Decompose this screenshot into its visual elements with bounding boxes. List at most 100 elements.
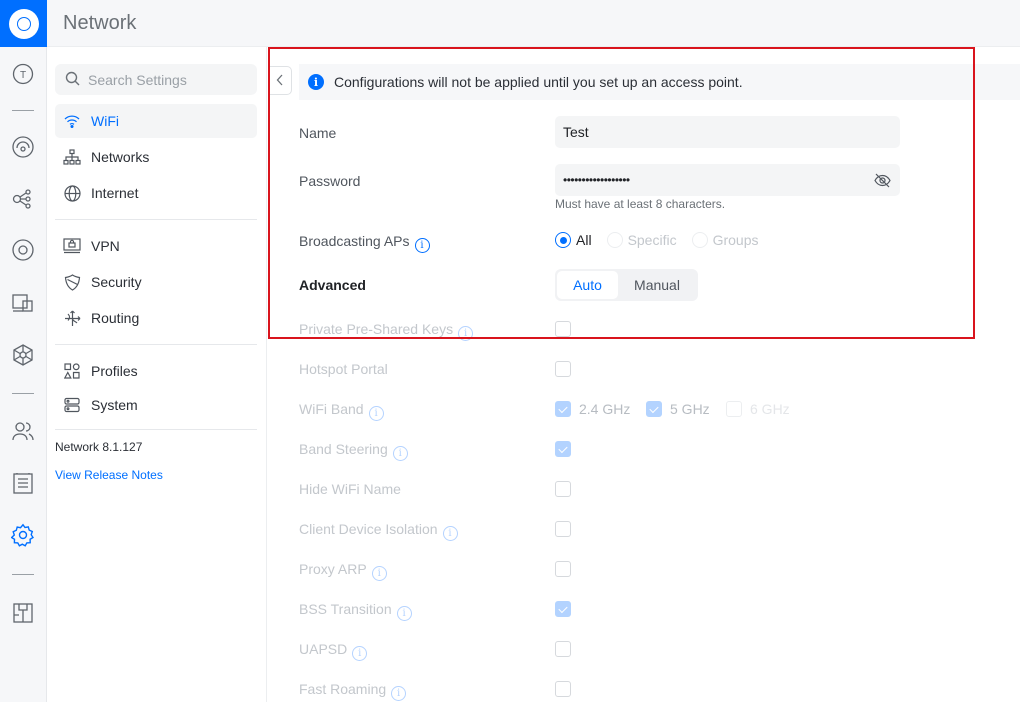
ppsk-label: Private Pre-Shared Keys i [299, 321, 474, 341]
innerspace-icon[interactable] [10, 600, 36, 626]
vpn-icon [63, 237, 81, 255]
logo-icon[interactable] [0, 0, 47, 47]
band-6-label: 6 GHz [750, 401, 790, 417]
radio-groups[interactable]: Groups [691, 232, 759, 248]
hide-wifi-name-label: Hide WiFi Name [299, 481, 401, 497]
wifi-band-label: WiFi Band i [299, 401, 384, 421]
chevron-left-icon [276, 73, 284, 89]
band-5-checkbox[interactable] [646, 401, 662, 417]
page-title: Network [63, 12, 137, 34]
advanced-label: Advanced [299, 277, 366, 293]
ppsk-text: Private Pre-Shared Keys [299, 321, 454, 337]
password-input[interactable]: •••••••••••••••••• [563, 173, 630, 187]
sidebar-item-label: Internet [91, 185, 139, 201]
info-icon[interactable]: i [368, 406, 384, 421]
info-icon[interactable]: i [352, 646, 368, 661]
bss-transition-checkbox[interactable] [555, 601, 571, 617]
fast-roaming-label: Fast Roaming i [299, 681, 407, 701]
sidebar-item-vpn[interactable]: VPN [55, 229, 257, 263]
settings-sidebar: WiFi Networks Internet VPN Security Rout… [47, 47, 267, 702]
info-icon[interactable]: i [442, 526, 458, 541]
shield-icon [63, 273, 81, 291]
fast-roaming-checkbox[interactable] [555, 681, 571, 697]
band-steering-text: Band Steering [299, 441, 388, 457]
info-icon[interactable]: i [371, 566, 387, 581]
search-input[interactable] [88, 71, 248, 88]
password-field[interactable]: •••••••••••••••••• [555, 164, 900, 196]
hide-wifi-name-checkbox[interactable] [555, 481, 571, 497]
wifi-band-text: WiFi Band [299, 401, 364, 417]
info-icon[interactable]: i [414, 238, 430, 253]
radio-all[interactable]: All [555, 232, 592, 248]
fast-roaming-text: Fast Roaming [299, 681, 387, 697]
radio-specific[interactable]: Specific [606, 232, 677, 248]
release-notes-link[interactable]: View Release Notes [55, 468, 163, 482]
client-isolation-label: Client Device Isolation i [299, 521, 458, 541]
info-icon[interactable]: i [391, 686, 407, 701]
version-text: Network 8.1.127 [55, 440, 143, 454]
broadcasting-radio-group: All Specific Groups [555, 232, 774, 248]
auto-option[interactable]: Auto [557, 271, 618, 299]
sidebar-item-label: WiFi [91, 113, 119, 129]
sidebar-item-internet[interactable]: Internet [55, 176, 257, 210]
info-icon[interactable]: i [396, 606, 412, 621]
sidebar-item-label: Security [91, 274, 142, 290]
advanced-mode-toggle: Auto Manual [555, 269, 698, 301]
sidebar-item-label: Networks [91, 149, 150, 165]
svg-text:T: T [20, 70, 26, 81]
bss-transition-label: BSS Transition i [299, 601, 412, 621]
devices-icon[interactable] [10, 186, 36, 212]
ppsk-checkbox[interactable] [555, 321, 571, 337]
manual-option[interactable]: Manual [618, 271, 696, 299]
band-steering-checkbox[interactable] [555, 441, 571, 457]
sidebar-item-wifi[interactable]: WiFi [55, 104, 257, 138]
search-box[interactable] [55, 64, 257, 95]
wifi-icon [63, 112, 81, 130]
bss-transition-text: BSS Transition [299, 601, 392, 617]
users-icon[interactable] [10, 418, 36, 444]
globe-icon [63, 184, 81, 202]
proxy-arp-text: Proxy ARP [299, 561, 367, 577]
sidebar-item-label: Routing [91, 310, 140, 326]
sidebar-item-label: VPN [91, 238, 120, 254]
eye-off-icon[interactable] [874, 172, 891, 189]
clients-icon[interactable] [10, 237, 36, 263]
uapsd-text: UAPSD [299, 641, 348, 657]
client-isolation-text: Client Device Isolation [299, 521, 438, 537]
broadcasting-aps-text: Broadcasting APs [299, 233, 410, 249]
network-tree-icon [63, 148, 81, 166]
uapsd-checkbox[interactable] [555, 641, 571, 657]
band-5-label: 5 GHz [670, 401, 710, 417]
topology-icon[interactable]: T [10, 61, 36, 87]
search-icon [65, 71, 80, 89]
top-bar: Network [47, 0, 1020, 47]
sidebar-item-label: System [91, 397, 138, 413]
insights-icon[interactable] [10, 290, 36, 316]
integrations-icon[interactable] [10, 342, 36, 368]
sidebar-item-profiles[interactable]: Profiles [55, 354, 257, 388]
info-icon[interactable]: i [392, 446, 408, 461]
info-icon[interactable]: i [458, 326, 474, 341]
sidebar-item-label: Profiles [91, 363, 138, 379]
hotspot-label: Hotspot Portal [299, 361, 388, 377]
sidebar-item-networks[interactable]: Networks [55, 140, 257, 174]
banner-text: Configurations will not be applied until… [334, 74, 743, 90]
radio-label: All [576, 232, 592, 248]
band-6-checkbox[interactable] [726, 401, 742, 417]
proxy-arp-checkbox[interactable] [555, 561, 571, 577]
collapse-sidebar-button[interactable] [269, 66, 292, 95]
sidebar-item-routing[interactable]: Routing [55, 301, 257, 335]
app-rail: T [0, 0, 47, 702]
client-isolation-checkbox[interactable] [555, 521, 571, 537]
profiles-icon [63, 362, 81, 380]
name-input[interactable] [563, 124, 863, 140]
logs-icon[interactable] [10, 470, 36, 496]
band-24-checkbox[interactable] [555, 401, 571, 417]
sidebar-item-security[interactable]: Security [55, 265, 257, 299]
broadcasting-aps-label: Broadcasting APs i [299, 233, 430, 253]
name-field[interactable] [555, 116, 900, 148]
sidebar-item-system[interactable]: System [55, 388, 257, 422]
hotspot-checkbox[interactable] [555, 361, 571, 377]
dashboard-icon[interactable] [10, 134, 36, 160]
settings-icon[interactable] [10, 522, 36, 548]
